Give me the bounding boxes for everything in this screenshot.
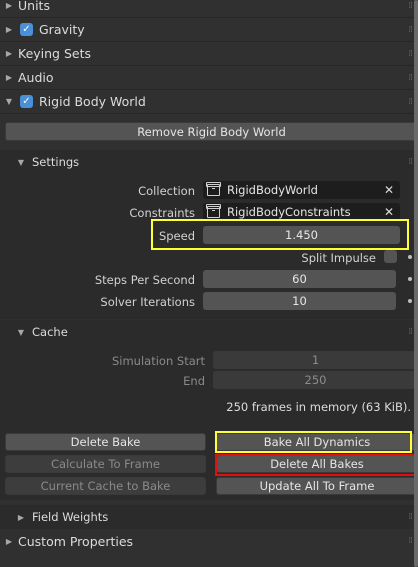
- end-field[interactable]: 250: [213, 371, 418, 389]
- solver-anim-dot[interactable]: [408, 299, 412, 303]
- panel-rigid-body-world[interactable]: ▼ ✓ Rigid Body World ⁞⁞: [0, 90, 418, 114]
- drag-handle-icon[interactable]: ⁞⁞: [408, 536, 413, 546]
- panel-audio[interactable]: ▶ Audio ⁞⁞: [0, 66, 418, 90]
- subpanel-field-weights-header[interactable]: ▶ Field Weights ⁞⁞: [0, 505, 418, 529]
- delete-all-bakes-highlight: [215, 454, 418, 476]
- collection-value: RigidBodyWorld: [227, 183, 318, 197]
- bake-all-dynamics-highlight: [215, 431, 412, 453]
- panel-units-label: Units: [18, 0, 50, 13]
- end-label: End: [183, 374, 205, 388]
- expand-arrow-icon: ▶: [17, 512, 25, 522]
- collapse-arrow-icon: ▼: [17, 157, 25, 167]
- delete-bake-button[interactable]: Delete Bake: [5, 433, 206, 451]
- panel-gravity-label: Gravity: [39, 22, 85, 37]
- collapse-arrow-icon: ▼: [17, 327, 25, 337]
- split-impulse-checkbox[interactable]: [384, 250, 397, 263]
- rigid-body-world-checkbox[interactable]: ✓: [20, 95, 33, 108]
- expand-arrow-icon: ▶: [5, 73, 13, 82]
- panel-custom-properties[interactable]: ▶ Custom Properties ⁞⁞: [0, 529, 418, 553]
- expand-arrow-icon: ▶: [5, 25, 13, 34]
- scrollbar-thumb[interactable]: [414, 0, 418, 567]
- steps-per-second-label: Steps Per Second: [94, 273, 195, 287]
- drag-handle-icon[interactable]: ⁞⁞: [408, 73, 413, 83]
- current-cache-to-bake-button[interactable]: Current Cache to Bake: [5, 477, 206, 495]
- drag-handle-icon[interactable]: ⁞⁞: [408, 1, 413, 11]
- calculate-to-frame-button[interactable]: Calculate To Frame: [5, 455, 206, 473]
- remove-rigid-body-world-button[interactable]: Remove Rigid Body World: [5, 122, 418, 141]
- panel-units[interactable]: ▶ Units ⁞⁞: [0, 0, 418, 18]
- panel-keying-sets[interactable]: ▶ Keying Sets ⁞⁞: [0, 42, 418, 66]
- collection-icon: [206, 182, 221, 196]
- cache-label: Cache: [32, 325, 68, 339]
- field-weights-label: Field Weights: [32, 510, 109, 524]
- simulation-start-field[interactable]: 1: [213, 351, 418, 369]
- gravity-checkbox[interactable]: ✓: [20, 23, 33, 36]
- split-impulse-anim-dot[interactable]: [408, 255, 412, 259]
- settings-label: Settings: [32, 155, 80, 169]
- clear-constraints-icon[interactable]: ✕: [384, 205, 394, 219]
- collapse-arrow-icon: ▼: [5, 97, 13, 106]
- steps-anim-dot[interactable]: [408, 277, 412, 281]
- panel-gravity[interactable]: ▶ ✓ Gravity ⁞⁞: [0, 18, 418, 42]
- expand-arrow-icon: ▶: [5, 49, 13, 58]
- subpanel-settings-header[interactable]: ▼ Settings ⁞⁞: [0, 150, 418, 174]
- drag-handle-icon[interactable]: ⁞⁞: [408, 97, 413, 107]
- memory-info: 250 frames in memory (63 KiB).: [226, 400, 411, 414]
- solver-iterations-label: Solver Iterations: [100, 295, 195, 309]
- drag-handle-icon[interactable]: ⁞⁞: [408, 25, 413, 35]
- collection-label: Collection: [138, 184, 195, 198]
- collection-icon: [206, 204, 221, 218]
- split-impulse-label: Split Impulse: [301, 251, 376, 265]
- constraints-value: RigidBodyConstraints: [227, 205, 351, 219]
- panel-rigid-body-world-label: Rigid Body World: [39, 94, 146, 109]
- subpanel-cache-header[interactable]: ▼ Cache ⁞⁞: [0, 320, 418, 344]
- panel-audio-label: Audio: [18, 70, 54, 85]
- simulation-start-label: Simulation Start: [111, 354, 205, 368]
- update-all-to-frame-button[interactable]: Update All To Frame: [216, 477, 418, 495]
- drag-handle-icon[interactable]: ⁞⁞: [408, 327, 413, 337]
- steps-per-second-field[interactable]: 60: [203, 270, 396, 288]
- drag-handle-icon[interactable]: ⁞⁞: [408, 49, 413, 59]
- panel-custom-properties-label: Custom Properties: [18, 533, 134, 549]
- constraints-label: Constraints: [129, 206, 195, 220]
- solver-iterations-field[interactable]: 10: [203, 292, 396, 310]
- drag-handle-icon[interactable]: ⁞⁞: [408, 157, 413, 167]
- speed-highlight: [151, 219, 409, 250]
- drag-handle-icon[interactable]: ⁞⁞: [408, 512, 413, 522]
- collection-field[interactable]: RigidBodyWorld ✕: [203, 181, 400, 199]
- expand-arrow-icon: ▶: [5, 536, 13, 546]
- panel-keying-sets-label: Keying Sets: [18, 46, 92, 61]
- clear-collection-icon[interactable]: ✕: [384, 183, 394, 197]
- expand-arrow-icon: ▶: [5, 1, 13, 10]
- scrollbar-track[interactable]: [414, 0, 418, 567]
